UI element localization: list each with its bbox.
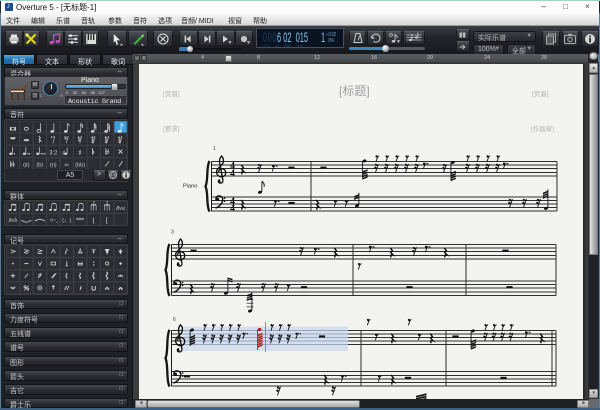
svg-text:4: 4 xyxy=(230,203,235,214)
svg-text:♯: ♯ xyxy=(62,150,65,156)
svg-text:(n): (n) xyxy=(50,162,57,168)
svg-text:3: 3 xyxy=(171,230,174,236)
svg-text:(♩): (♩) xyxy=(62,218,71,224)
svg-text:(bb): (bb) xyxy=(75,162,85,168)
svg-text:1: 1 xyxy=(213,146,216,152)
svg-text:4: 4 xyxy=(230,168,235,179)
svg-text:6: 6 xyxy=(173,317,176,323)
svg-text:∞: ∞ xyxy=(65,162,69,168)
svg-text:8va: 8va xyxy=(116,206,125,212)
svg-text:8vb: 8vb xyxy=(9,218,18,224)
svg-text:♯: ♯ xyxy=(79,149,82,156)
svg-text:Piano: Piano xyxy=(183,184,197,190)
svg-text:tr~: tr~ xyxy=(50,219,56,224)
svg-text:{: { xyxy=(92,216,96,225)
svg-text:3:2: 3:2 xyxy=(49,150,58,156)
svg-text:(♯): (♯) xyxy=(23,162,30,168)
svg-text:(b): (b) xyxy=(36,162,43,168)
